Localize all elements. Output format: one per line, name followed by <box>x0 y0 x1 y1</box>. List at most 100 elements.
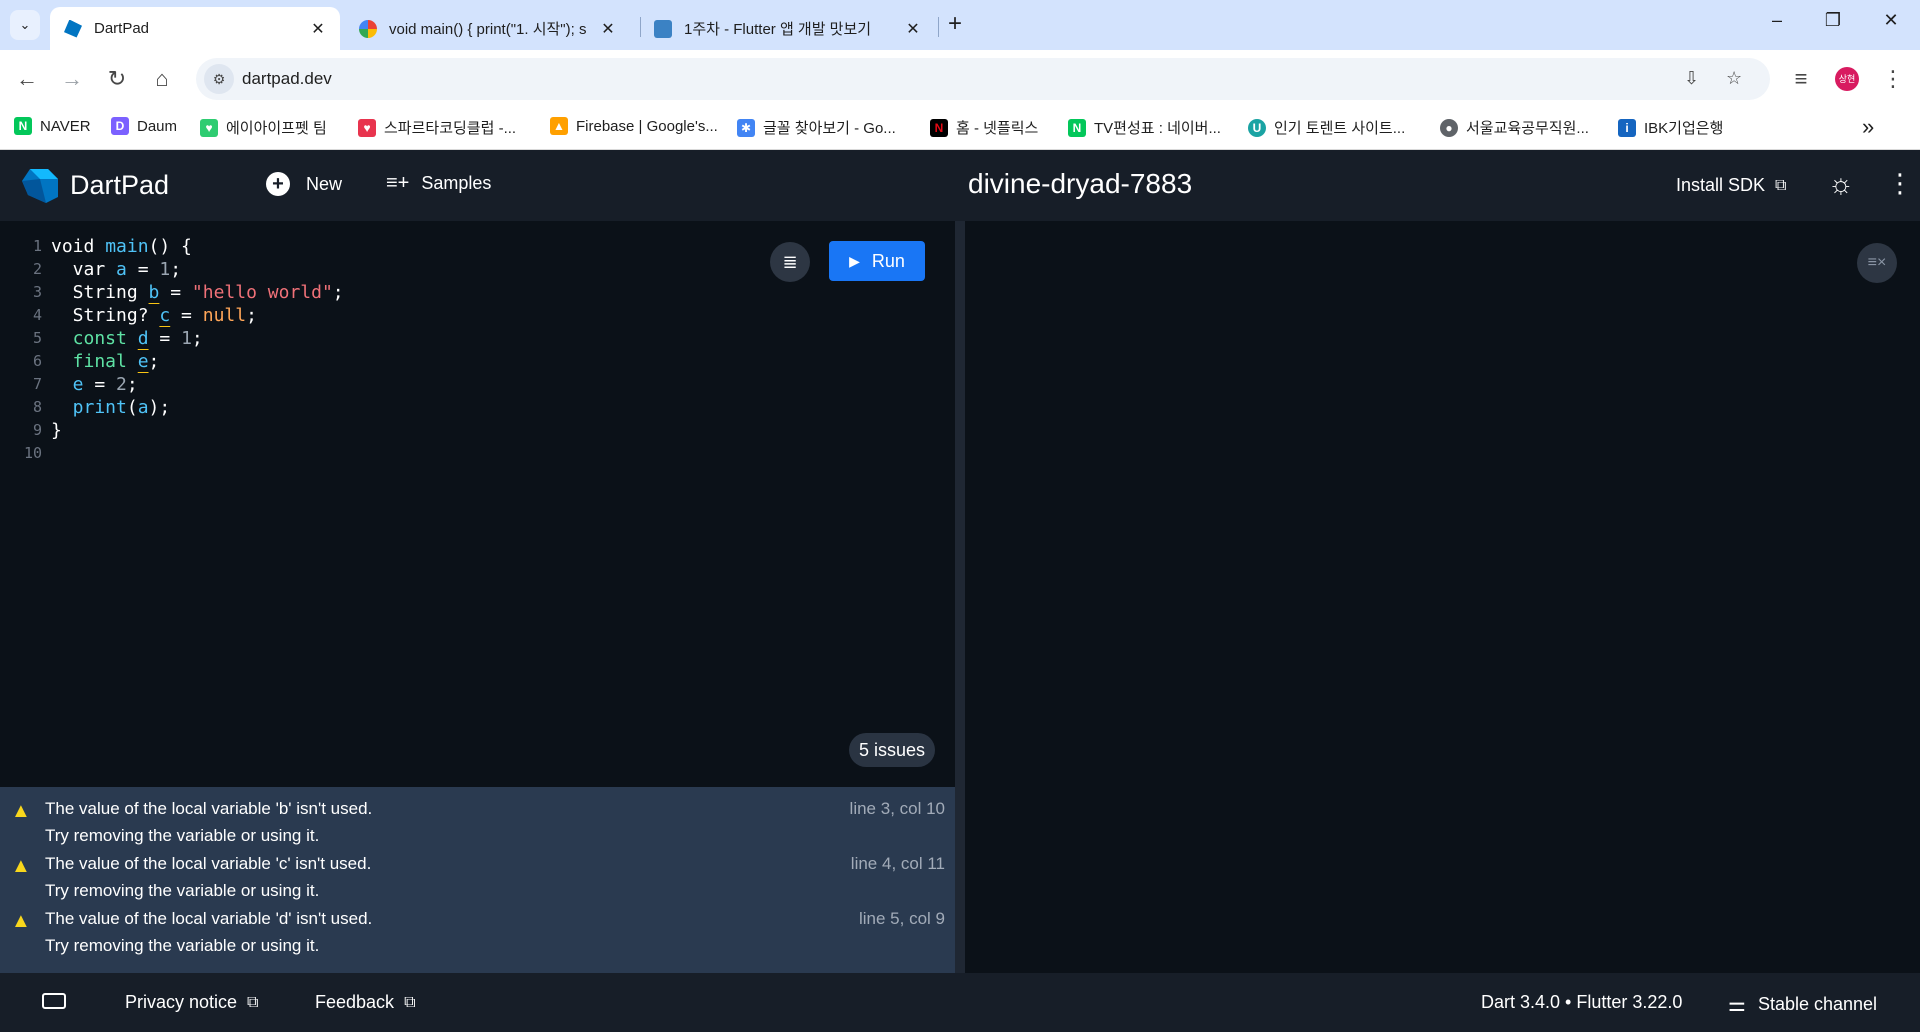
issue-location[interactable]: line 3, col 10 <box>850 799 945 819</box>
minimize-icon[interactable]: – <box>1762 10 1792 31</box>
feedback-link[interactable]: Feedback ⧉ <box>315 992 416 1013</box>
browser-tab-dartpad[interactable]: DartPad ✕ <box>50 7 340 50</box>
bookmark-firebase[interactable]: ▲ Firebase | Google's... <box>550 117 718 135</box>
run-button[interactable]: ▶ Run <box>829 241 925 281</box>
more-bookmarks-icon[interactable]: » <box>1862 114 1874 140</box>
tab-close-icon[interactable]: ✕ <box>598 19 618 39</box>
line-number: 4 <box>32 306 42 324</box>
site-info-icon[interactable]: ⚙ <box>204 64 234 94</box>
url-text[interactable]: dartpad.dev <box>242 69 332 89</box>
bookmarks-bar: N NAVER D Daum ♥ 에이아이프펫 팀 ♥ 스파르타코딩클럽 -... ▲ F… <box>0 108 1920 150</box>
tab-title: void main() { print("1. 시작"); s <box>389 21 587 38</box>
firebase-icon: ▲ <box>550 117 568 135</box>
format-code-button[interactable]: ≣ <box>770 242 810 282</box>
code-editor[interactable]: 1 2 3 4 5 6 7 8 9 10 void main() { var a… <box>0 221 955 787</box>
warning-icon: ▲ <box>11 910 31 932</box>
code-line-6: final e; <box>51 351 160 372</box>
line-number: 10 <box>23 444 42 462</box>
code-line-5: const d = 1; <box>51 328 203 349</box>
line-number: 9 <box>32 421 42 439</box>
bookmark-star-icon[interactable]: ☆ <box>1726 68 1742 89</box>
line-number: 1 <box>32 237 42 255</box>
heart-icon: ♥ <box>358 118 376 137</box>
issue-location[interactable]: line 5, col 9 <box>859 909 945 929</box>
bookmark-tv-schedule[interactable]: N TV편성표 : 네이버... <box>1068 117 1221 138</box>
line-number-gutter: 1 2 3 4 5 6 7 8 9 10 <box>0 235 44 465</box>
channel-selector[interactable]: ⚌ Stable channel <box>1728 992 1877 1017</box>
open-in-new-icon: ⧉ <box>404 993 416 1011</box>
line-number: 3 <box>32 283 42 301</box>
dartpad-header: DartPad + New ≡+ Samples divine-dryad-78… <box>0 150 1920 221</box>
browser-tab-notion[interactable]: 1주차 - Flutter 앱 개발 맛보기 ✕ <box>640 7 935 50</box>
issue-message: The value of the local variable 'd' isn'… <box>45 909 373 928</box>
version-label: Dart 3.4.0 • Flutter 3.22.0 <box>1481 992 1683 1012</box>
clear-console-icon[interactable]: ≡× <box>1857 243 1897 283</box>
tab-search-chevron-icon[interactable]: ⌄ <box>10 10 40 40</box>
daum-icon: D <box>111 117 129 135</box>
bookmark-google-fonts[interactable]: ✱ 글꼴 찾아보기 - Go... <box>737 117 896 138</box>
issue-item[interactable]: ▲ The value of the local variable 'd' is… <box>0 897 955 955</box>
bookmark-netflix[interactable]: N홈 - 넷플릭스 <box>930 117 1038 138</box>
channel-label: Stable channel <box>1757 994 1878 1014</box>
uk-icon: U <box>1248 118 1266 137</box>
bookmark-torrent[interactable]: U 인기 토렌트 사이트... <box>1248 117 1405 138</box>
home-icon[interactable]: ⌂ <box>147 64 177 94</box>
media-controls-icon[interactable]: ≡ <box>1786 64 1816 94</box>
browser-toolbar: ← → ↻ ⌂ ⚙ dartpad.dev ⇩ ☆ ≡ 상현 ⋮ <box>0 50 1920 108</box>
globe-icon: ● <box>1440 118 1458 137</box>
browser-tab-google[interactable]: void main() { print("1. 시작"); s ✕ <box>345 7 630 50</box>
close-window-icon[interactable]: ✕ <box>1876 10 1906 31</box>
run-label: Run <box>871 250 905 271</box>
back-icon[interactable]: ← <box>12 64 42 94</box>
issue-location[interactable]: line 4, col 11 <box>851 854 945 874</box>
bookmark-naver[interactable]: N NAVER <box>14 117 91 135</box>
keyboard-shortcuts-icon[interactable] <box>42 993 66 1009</box>
privacy-label: Privacy notice <box>125 992 238 1012</box>
issue-item[interactable]: ▲ The value of the local variable 'b' is… <box>0 787 955 845</box>
play-icon: ▶ <box>849 252 860 269</box>
samples-button[interactable]: ≡+ Samples <box>386 172 491 195</box>
code-line-9: } <box>51 420 62 441</box>
code-line-8: print(a); <box>51 397 171 418</box>
bookmark-sparta[interactable]: ♥ 스파르타코딩클럽 -... <box>358 117 516 138</box>
snippet-name[interactable]: divine-dryad-7883 <box>968 168 1192 200</box>
issue-item[interactable]: ▲ The value of the local variable 'c' is… <box>0 842 955 900</box>
code-lines[interactable]: void main() { var a = 1; String b = "hel… <box>51 235 344 465</box>
bookmark-aipet[interactable]: ♥ 에이아이프펫 팀 <box>200 117 327 138</box>
install-sdk-label: Install SDK <box>1676 175 1766 195</box>
bookmark-seoul-edu[interactable]: ● 서울교육공무직원... <box>1440 117 1589 138</box>
naver-icon: N <box>1068 118 1086 137</box>
privacy-notice-link[interactable]: Privacy notice ⧉ <box>125 992 258 1013</box>
new-label: New <box>306 173 343 194</box>
issue-fix: Try removing the variable or using it. <box>45 936 320 955</box>
more-options-icon[interactable]: ⋮ <box>1887 168 1913 199</box>
profile-avatar[interactable]: 상현 <box>1835 67 1859 91</box>
bookmark-daum[interactable]: D Daum <box>111 117 177 135</box>
new-button[interactable]: + New <box>266 172 342 196</box>
install-sdk-link[interactable]: Install SDK ⧉ <box>1676 175 1786 196</box>
address-bar[interactable]: ⚙ dartpad.dev ⇩ ☆ <box>196 58 1770 100</box>
doc-favicon-icon <box>654 19 672 38</box>
dart-logo-icon <box>22 169 58 203</box>
restore-icon[interactable]: ❐ <box>1818 10 1848 31</box>
code-line-1: void main() { <box>51 236 192 257</box>
ibk-icon: i <box>1618 118 1636 137</box>
bookmark-ibk[interactable]: i IBK기업은행 <box>1618 117 1723 138</box>
heart-icon: ♥ <box>200 118 218 137</box>
browser-menu-icon[interactable]: ⋮ <box>1878 64 1908 94</box>
tab-close-icon[interactable]: ✕ <box>308 19 328 39</box>
forward-icon[interactable]: → <box>57 64 87 94</box>
install-app-icon[interactable]: ⇩ <box>1684 68 1699 89</box>
version-info: Dart 3.4.0 • Flutter 3.22.0 <box>1481 992 1682 1013</box>
issues-count-badge[interactable]: 5 issues <box>849 733 936 767</box>
code-line-3: String b = "hello world"; <box>51 282 344 303</box>
theme-toggle-icon[interactable]: ☼ <box>1828 168 1854 200</box>
new-tab-button[interactable]: + <box>948 12 962 36</box>
code-line-4: String? c = null; <box>51 305 257 326</box>
status-footer: Privacy notice ⧉ Feedback ⧉ Dart 3.4.0 •… <box>0 973 1920 1032</box>
split-divider[interactable] <box>955 221 965 973</box>
tab-close-icon[interactable]: ✕ <box>903 19 923 39</box>
samples-label: Samples <box>421 173 492 193</box>
reload-icon[interactable]: ↻ <box>102 64 132 94</box>
